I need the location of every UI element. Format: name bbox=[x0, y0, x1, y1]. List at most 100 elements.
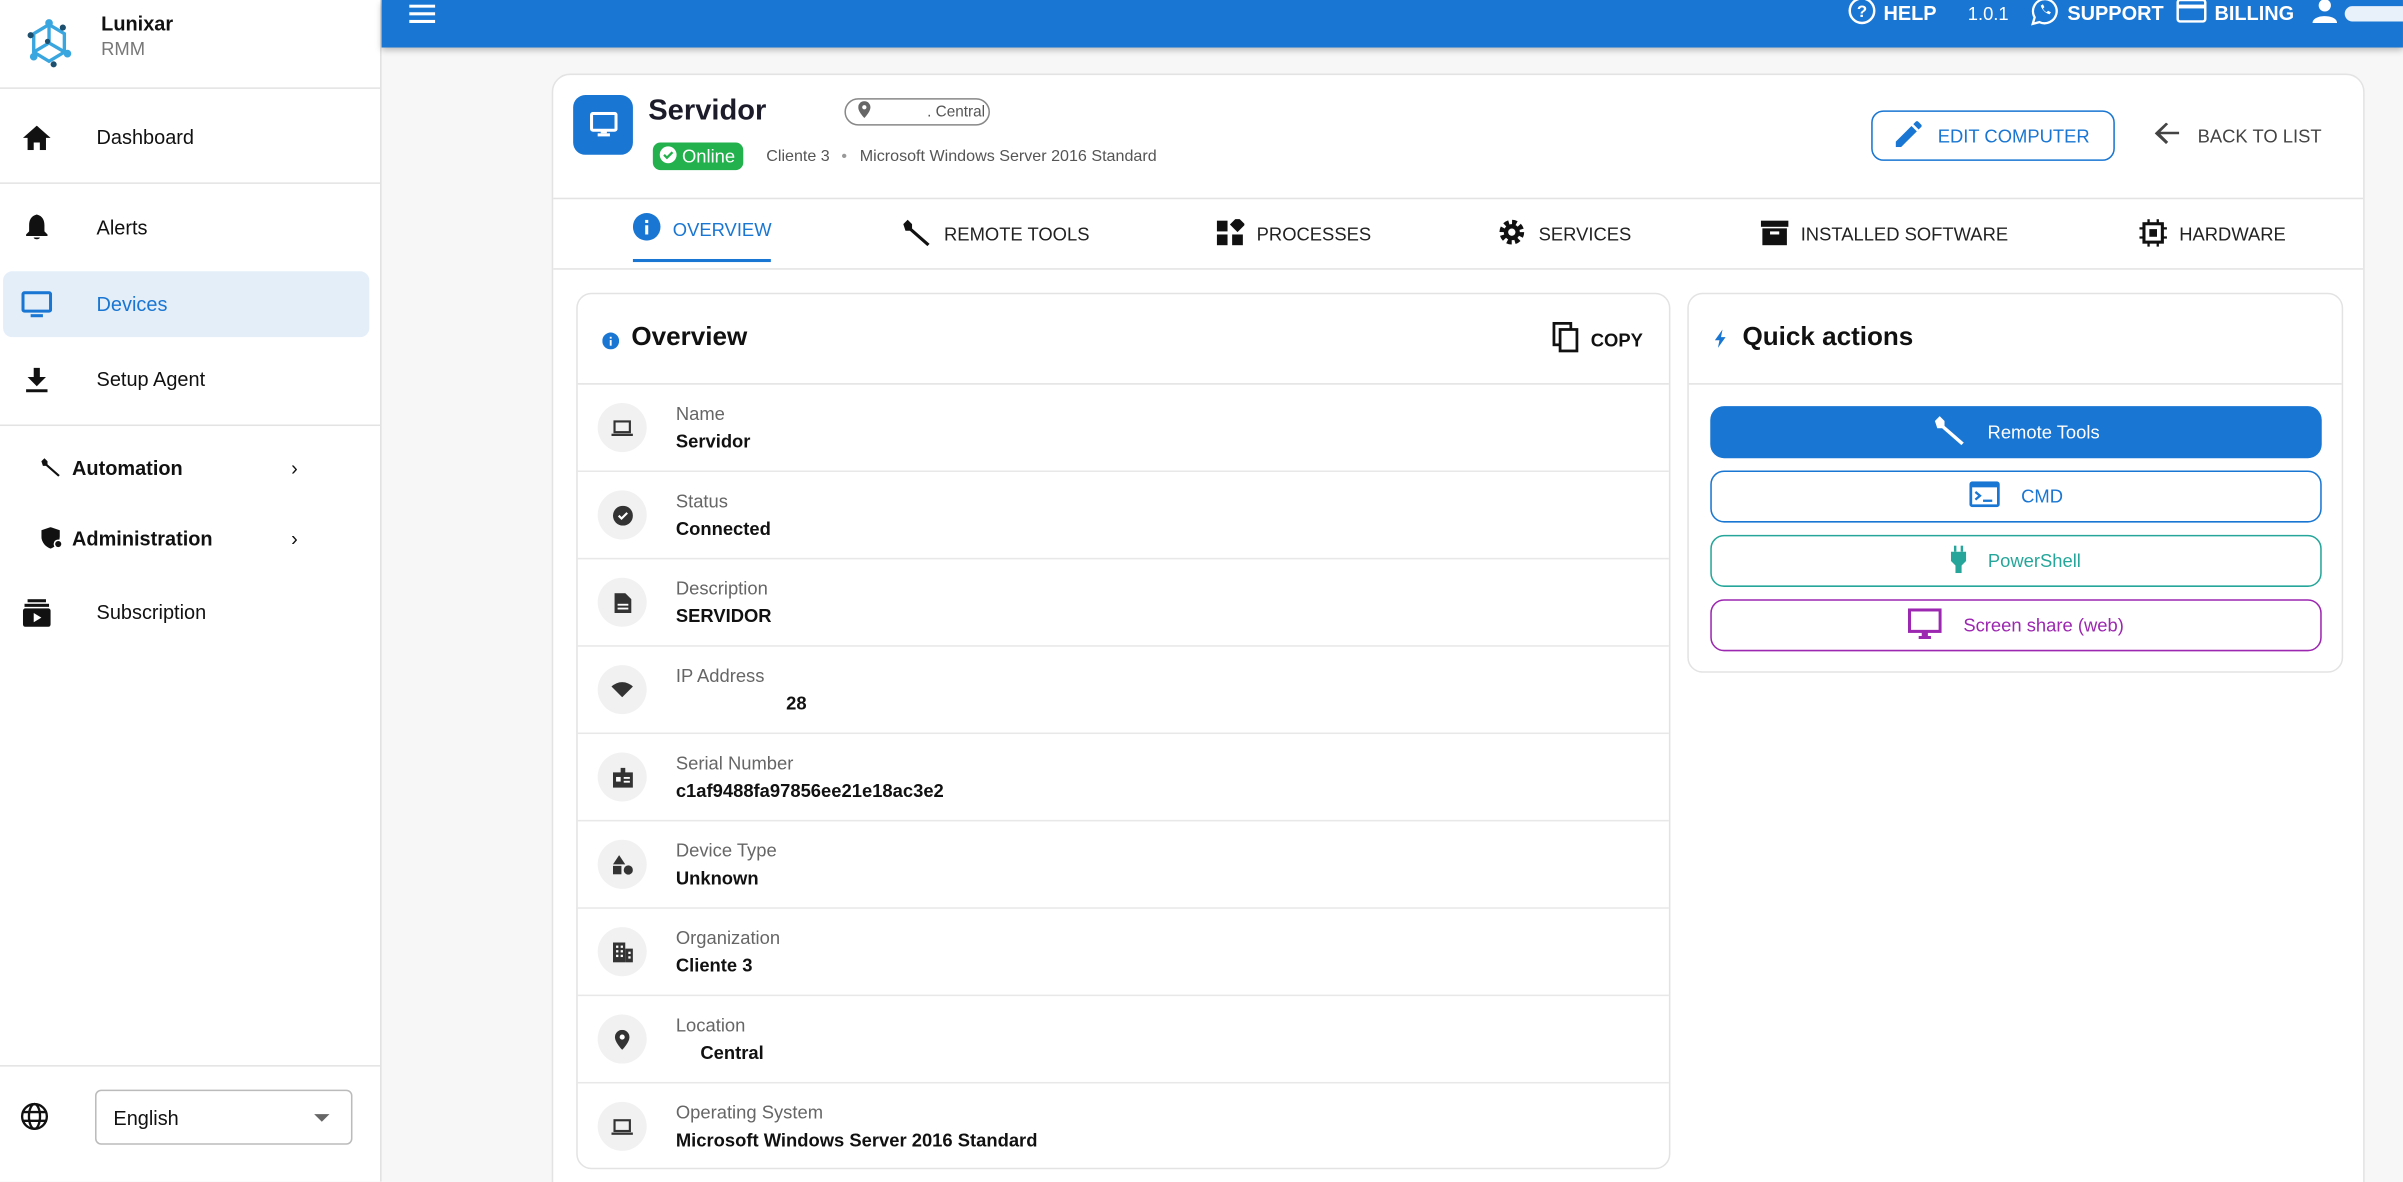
field-label: Serial Number bbox=[676, 752, 794, 773]
field-value: 28 bbox=[786, 693, 806, 714]
sidebar-group-automation[interactable]: Automation › bbox=[37, 444, 328, 490]
sidebar-item-label: Alerts bbox=[97, 216, 148, 239]
sidebar: Lunixar RMM Dashboard Alerts Devices Set… bbox=[0, 0, 382, 1182]
field-label: Name bbox=[676, 403, 725, 424]
device-detail-card: Servidor . Central Online Cliente 3 • Mi… bbox=[552, 74, 2365, 1182]
tab-installed-software[interactable]: INSTALLED SOFTWARE bbox=[1761, 199, 2008, 269]
field-label: Device Type bbox=[676, 840, 777, 861]
device-tabs: OVERVIEW REMOTE TOOLS PROCESSES SERVICES… bbox=[553, 198, 2363, 270]
billing-button[interactable]: BILLING bbox=[2176, 0, 2294, 26]
credit-card-icon bbox=[2176, 0, 2207, 28]
status-label: Online bbox=[682, 146, 735, 167]
overview-row-name: NameServidor bbox=[578, 385, 1669, 472]
remote-tools-label: Remote Tools bbox=[1988, 421, 2100, 442]
monitor-icon bbox=[1908, 608, 1942, 643]
tab-overview[interactable]: OVERVIEW bbox=[633, 199, 772, 262]
chevron-right-icon: › bbox=[291, 456, 298, 479]
cmd-button[interactable]: CMD bbox=[1710, 470, 2321, 522]
arrow-back-icon bbox=[2155, 123, 2180, 149]
screen-share-button[interactable]: Screen share (web) bbox=[1710, 599, 2321, 651]
wrench-icon bbox=[40, 457, 61, 486]
remote-tools-button[interactable]: Remote Tools bbox=[1710, 406, 2321, 458]
tab-hardware[interactable]: HARDWARE bbox=[2139, 199, 2285, 269]
tab-remote-tools[interactable]: REMOTE TOOLS bbox=[901, 199, 1089, 269]
tab-processes[interactable]: PROCESSES bbox=[1217, 199, 1371, 269]
overview-title: Overview bbox=[631, 322, 747, 353]
wrench-icon bbox=[1932, 413, 1966, 451]
sidebar-item-setup-agent[interactable]: Setup Agent bbox=[3, 346, 369, 412]
pencil-icon bbox=[1896, 120, 1922, 151]
sidebar-item-dashboard[interactable]: Dashboard bbox=[3, 104, 369, 170]
laptop-icon bbox=[598, 1102, 647, 1151]
overview-panel: Overview COPY NameServidorStatusConnecte… bbox=[576, 293, 1670, 1170]
download-icon bbox=[21, 364, 52, 395]
chip-icon bbox=[2139, 218, 2167, 250]
powershell-button[interactable]: PowerShell bbox=[1710, 535, 2321, 587]
support-button[interactable]: SUPPORT bbox=[2031, 0, 2164, 26]
plug-icon bbox=[1951, 545, 1966, 577]
divider bbox=[0, 1065, 382, 1067]
language-select[interactable]: English bbox=[95, 1090, 352, 1145]
menu-hamburger-icon[interactable] bbox=[409, 3, 435, 31]
info-icon bbox=[602, 329, 619, 357]
whatsapp-icon bbox=[2031, 0, 2060, 30]
sidebar-item-label: Devices bbox=[97, 293, 168, 316]
cmd-label: CMD bbox=[2021, 486, 2063, 507]
field-label: Status bbox=[676, 490, 728, 511]
lunixar-logo-icon bbox=[21, 15, 76, 70]
terminal-icon bbox=[1969, 481, 2000, 512]
globe-icon bbox=[20, 1102, 49, 1139]
location-pin-icon bbox=[858, 101, 870, 122]
back-to-list-button[interactable]: BACK TO LIST bbox=[2155, 110, 2322, 161]
copy-button[interactable]: COPY bbox=[1552, 322, 1642, 357]
brand-name: Lunixar bbox=[101, 12, 173, 35]
overview-row-device-type: Device Type Unknown bbox=[578, 821, 1669, 908]
user-icon bbox=[2313, 0, 2338, 28]
divider bbox=[0, 182, 382, 184]
wifi-icon bbox=[598, 665, 647, 714]
badge-icon bbox=[598, 752, 647, 801]
bolt-icon bbox=[1715, 328, 1726, 356]
field-label: IP Address bbox=[676, 665, 765, 686]
copy-label: COPY bbox=[1591, 329, 1643, 350]
tab-label: HARDWARE bbox=[2179, 224, 2286, 245]
sidebar-item-label: Subscription bbox=[97, 601, 207, 624]
quick-actions-panel: Quick actions Remote Tools CMD PowerShel… bbox=[1687, 293, 2343, 673]
subscriptions-icon bbox=[21, 597, 52, 628]
overview-row-serial-number: Serial Numberc1af9488fa97856ee21e18ac3e2 bbox=[578, 734, 1669, 821]
widgets-icon bbox=[1217, 218, 1245, 250]
help-button[interactable]: ?HELP bbox=[1848, 0, 1936, 26]
sidebar-item-subscription[interactable]: Subscription bbox=[3, 579, 369, 645]
svg-text:?: ? bbox=[1857, 2, 1867, 21]
overview-row-operating-system: Operating SystemMicrosoft Windows Server… bbox=[578, 1083, 1669, 1170]
category-icon bbox=[598, 840, 647, 889]
status-badge: Online bbox=[653, 143, 743, 171]
top-app-bar: ?HELP 1.0.1 SUPPORT BILLING bbox=[382, 0, 2403, 48]
brand-subtitle: RMM bbox=[101, 38, 145, 59]
support-label: SUPPORT bbox=[2067, 2, 2163, 25]
location-chip[interactable]: . Central bbox=[844, 98, 990, 126]
device-os: Microsoft Windows Server 2016 Standard bbox=[860, 147, 1157, 165]
tab-label: OVERVIEW bbox=[673, 218, 772, 239]
tab-services[interactable]: SERVICES bbox=[1497, 199, 1631, 269]
sidebar-item-alerts[interactable]: Alerts bbox=[3, 195, 369, 261]
sidebar-group-administration[interactable]: Administration › bbox=[37, 515, 328, 561]
sidebar-group-label: Administration bbox=[72, 526, 213, 549]
user-menu-button[interactable] bbox=[2313, 0, 2403, 26]
device-monitor-icon bbox=[573, 95, 633, 155]
help-circle-icon: ? bbox=[1848, 0, 1876, 29]
field-label: Description bbox=[676, 578, 768, 599]
field-value: Unknown bbox=[676, 867, 759, 888]
sidebar-group-label: Automation bbox=[72, 456, 183, 479]
sidebar-item-devices[interactable]: Devices bbox=[3, 271, 369, 337]
edit-computer-button[interactable]: EDIT COMPUTER bbox=[1871, 110, 2115, 161]
edit-computer-label: EDIT COMPUTER bbox=[1938, 125, 2090, 146]
overview-row-ip-address: IP Address 28 bbox=[578, 647, 1669, 734]
sidebar-item-label: Dashboard bbox=[97, 126, 194, 149]
copy-icon bbox=[1552, 322, 1578, 357]
field-value: Microsoft Windows Server 2016 Standard bbox=[676, 1129, 1038, 1150]
language-value: English bbox=[113, 1106, 178, 1129]
gear-icon bbox=[1497, 218, 1526, 252]
info-icon bbox=[633, 213, 661, 245]
tab-label: PROCESSES bbox=[1257, 224, 1371, 245]
